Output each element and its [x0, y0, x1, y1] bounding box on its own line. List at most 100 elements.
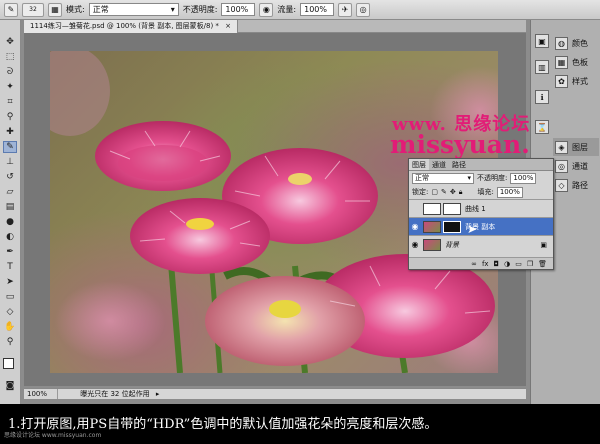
dock-item-channels[interactable]: ◎ 通道 [555, 157, 588, 175]
pressure-size-icon[interactable]: ◎ [356, 2, 371, 17]
paths-icon: ◇ [555, 178, 568, 192]
move-tool-icon[interactable]: ✥ [3, 36, 17, 48]
dodge-tool-icon[interactable]: ◐ [3, 231, 17, 243]
document-status-bar: 100% 曝光只在 32 位起作用 ▸ [24, 388, 526, 399]
workspace: ✥ ⬚ ᘐ ✦ ⌗ ⚲ ✚ ✎ ⊥ ↺ ▱ ▤ ● ◐ ✒ T ➤ ▭ ◇ ✋ … [0, 20, 600, 404]
link-layers-icon[interactable]: ∞ [471, 260, 477, 268]
dock-item-layers[interactable]: ◈ 图层 [553, 138, 599, 156]
tab-layers[interactable]: 图层 [409, 159, 429, 170]
status-menu-arrow-icon[interactable]: ▸ [156, 390, 160, 398]
histogram-icon[interactable]: ▥ [535, 60, 549, 74]
mode-select[interactable]: 正常 ▾ [88, 3, 179, 16]
airbrush-icon[interactable]: ✈ [338, 2, 353, 17]
layers-panel-tabs: 图层 通道 路径 [409, 159, 553, 171]
path-selection-tool-icon[interactable]: ➤ [3, 276, 17, 288]
adjustment-thumbnail [423, 202, 441, 215]
lock-icon: ▣ [540, 240, 547, 249]
fx-icon[interactable]: fx [482, 260, 489, 268]
brush-tool-icon[interactable]: ✎ [3, 141, 17, 153]
chevron-down-icon: ▾ [170, 5, 175, 14]
brush-tool-icon[interactable]: ✎ [4, 2, 18, 17]
lock-transparency-icon[interactable]: ▢ [431, 188, 438, 196]
lock-position-icon[interactable]: ✥ [450, 188, 456, 196]
clone-stamp-tool-icon[interactable]: ⊥ [3, 156, 17, 168]
blend-mode-select[interactable]: 正常 ▾ [412, 172, 474, 184]
styles-icon: ✿ [555, 74, 568, 88]
dock-item-color[interactable]: ◍ 颜色 [555, 34, 588, 52]
eye-icon[interactable]: ◉ [409, 240, 421, 249]
document-tab-bar: 1114练习—雏菊花.psd @ 100% (背景 副本, 图层蒙板/8) * … [24, 20, 526, 33]
navigator-icon[interactable]: ▣ [535, 34, 549, 48]
lock-all-icon[interactable]: 🔒︎ [459, 188, 463, 197]
eyedropper-tool-icon[interactable]: ⚲ [3, 111, 17, 123]
zoom-tool-icon[interactable]: ⚲ [3, 336, 17, 348]
marquee-tool-icon[interactable]: ⬚ [3, 51, 17, 63]
blur-tool-icon[interactable]: ● [3, 216, 17, 228]
layer-thumbnail [423, 238, 441, 251]
channels-icon: ◎ [555, 159, 568, 173]
eraser-tool-icon[interactable]: ▱ [3, 186, 17, 198]
cursor-pointer-icon: ➤ [467, 222, 478, 236]
lasso-tool-icon[interactable]: ᘐ [3, 66, 17, 78]
swatches-icon: ▦ [555, 55, 568, 69]
close-icon[interactable]: × [225, 22, 231, 30]
layers-icon: ◈ [555, 140, 568, 154]
tab-paths[interactable]: 路径 [449, 159, 469, 170]
layer-row[interactable]: 曲线 1 [409, 199, 553, 217]
group-icon[interactable]: ▭ [515, 260, 522, 268]
tab-channels[interactable]: 通道 [429, 159, 449, 170]
fill-label: 填充: [477, 188, 494, 196]
gradient-tool-icon[interactable]: ▤ [3, 201, 17, 213]
type-tool-icon[interactable]: T [3, 261, 17, 273]
chevron-down-icon: ▾ [467, 174, 471, 182]
pen-tool-icon[interactable]: ✒ [3, 246, 17, 258]
brush-panel-toggle-icon[interactable]: ▦ [48, 2, 62, 17]
quick-mask-icon[interactable]: ◙ [3, 380, 17, 392]
layer-name: 曲线 1 [465, 204, 486, 213]
layer-opacity-input[interactable]: 100% [510, 172, 537, 184]
lock-pixels-icon[interactable]: ✎ [441, 188, 447, 196]
layers-panel: 图层 通道 路径 正常 ▾ 不透明度: 100% 锁定: ▢ ✎ ✥ 🔒︎ 填充… [408, 158, 554, 270]
dock-item-swatches[interactable]: ▦ 色板 [555, 53, 588, 71]
zoom-level[interactable]: 100% [24, 389, 58, 399]
opacity-input[interactable]: 100% [221, 3, 256, 16]
healing-brush-tool-icon[interactable]: ✚ [3, 126, 17, 138]
layer-thumbnail [423, 220, 441, 233]
fill-input[interactable]: 100% [496, 186, 523, 198]
options-bar: ✎ 32 ▦ 模式: 正常 ▾ 不透明度: 100% ◉ 流量: 100% ✈ … [0, 0, 600, 20]
layer-opacity-label: 不透明度: [477, 174, 508, 182]
status-text: 曝光只在 32 位起作用 [80, 390, 150, 398]
layer-row[interactable]: ◉ 背景 ▣ [409, 235, 553, 253]
history-icon[interactable]: ⌛ [535, 120, 549, 134]
toolbox: ✥ ⬚ ᘐ ✦ ⌗ ⚲ ✚ ✎ ⊥ ↺ ▱ ▤ ● ◐ ✒ T ➤ ▭ ◇ ✋ … [0, 20, 21, 404]
hand-tool-icon[interactable]: ✋ [3, 321, 17, 333]
layer-mask-thumbnail [443, 202, 461, 215]
shape-tool-icon[interactable]: ▭ [3, 291, 17, 303]
crop-tool-icon[interactable]: ⌗ [3, 96, 17, 108]
layer-row[interactable]: ◉ 背景 副本 ➤ [409, 217, 553, 236]
add-mask-icon[interactable]: ◘ [494, 260, 500, 268]
dock-item-paths[interactable]: ◇ 路径 [555, 176, 588, 194]
history-brush-tool-icon[interactable]: ↺ [3, 171, 17, 183]
color-icon: ◍ [555, 36, 568, 50]
foreground-color-swatch[interactable] [3, 358, 14, 369]
pressure-opacity-icon[interactable]: ◉ [259, 2, 274, 17]
brush-preset-picker[interactable]: 32 [22, 2, 44, 17]
layers-panel-footer: ∞ fx ◘ ◑ ▭ ❐ 🗑︎ [409, 257, 553, 269]
flow-input[interactable]: 100% [300, 3, 335, 16]
dock-item-styles[interactable]: ✿ 样式 [555, 72, 588, 90]
mode-label: 模式: [66, 5, 85, 14]
layer-mask-thumbnail [443, 220, 461, 233]
layer-name: 背景 [445, 240, 459, 249]
flow-label: 流量: [277, 5, 297, 14]
lock-label: 锁定: [412, 188, 429, 196]
magic-wand-tool-icon[interactable]: ✦ [3, 81, 17, 93]
info-icon[interactable]: ℹ [535, 90, 549, 104]
3d-tool-icon[interactable]: ◇ [3, 306, 17, 318]
opacity-label: 不透明度: [182, 5, 218, 14]
new-layer-icon[interactable]: ❐ [527, 260, 533, 268]
document-tab[interactable]: 1114练习—雏菊花.psd @ 100% (背景 副本, 图层蒙板/8) * … [24, 20, 239, 33]
trash-icon[interactable]: 🗑︎ [538, 260, 547, 268]
eye-icon[interactable]: ◉ [409, 222, 421, 231]
adjustment-layer-icon[interactable]: ◑ [504, 260, 510, 268]
